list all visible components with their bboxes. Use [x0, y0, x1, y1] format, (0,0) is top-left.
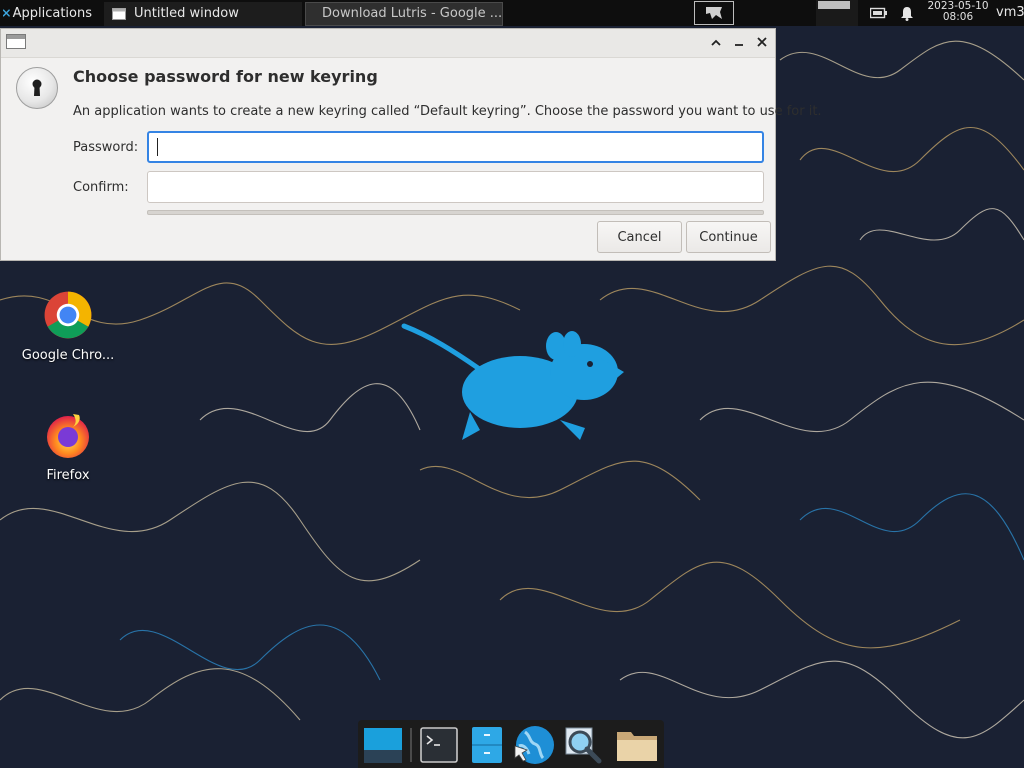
minimize-icon — [735, 44, 743, 46]
terminal-button[interactable] — [418, 724, 460, 766]
notification-bell-icon[interactable] — [900, 6, 914, 21]
applications-label: Applications — [12, 5, 92, 21]
chevron-up-icon — [711, 39, 721, 46]
maximize-button[interactable] — [707, 33, 725, 51]
battery-icon[interactable] — [870, 7, 888, 19]
show-desktop-button[interactable] — [362, 724, 404, 766]
password-strength-bar — [147, 210, 764, 215]
desktop-icon-label: Firefox — [46, 468, 90, 483]
minimize-button[interactable] — [730, 33, 748, 51]
dialog-heading: Choose password for new keyring — [73, 67, 378, 86]
dock-separator — [410, 728, 412, 762]
file-manager-button[interactable] — [466, 724, 508, 766]
close-icon — [757, 37, 767, 47]
window-switcher-button[interactable] — [694, 1, 734, 25]
text-caret — [157, 138, 158, 156]
app-finder-icon — [565, 727, 602, 764]
password-label: Password: — [73, 140, 139, 155]
folder-icon — [617, 732, 657, 761]
continue-button[interactable]: Continue — [686, 221, 771, 253]
clock-time: 08:06 — [942, 11, 974, 23]
dialog-titlebar[interactable] — [1, 29, 775, 58]
chrome-icon — [44, 291, 92, 339]
confirm-label: Confirm: — [73, 180, 129, 195]
window-switcher-icon — [706, 7, 722, 19]
close-button[interactable] — [753, 33, 771, 51]
window-icon — [6, 34, 26, 49]
user-menu[interactable]: vm3 — [996, 5, 1024, 20]
top-panel: Applications Untitled window Download Lu… — [0, 0, 1024, 26]
keyring-password-dialog: Choose password for new keyring An appli… — [0, 28, 822, 261]
workspace-1[interactable] — [818, 1, 850, 9]
password-field[interactable] — [147, 131, 764, 163]
keyring-lock-icon — [16, 67, 58, 109]
taskbar-item-label: Download Lutris - Google ... — [322, 6, 503, 21]
xfce-logo-icon — [3, 9, 10, 17]
desktop-icon-firefox[interactable]: Firefox — [20, 410, 116, 483]
system-tray — [870, 0, 914, 26]
workspace-switcher[interactable] — [816, 0, 858, 26]
applications-menu[interactable]: Applications — [0, 0, 96, 26]
desktop-icon-google-chrome[interactable]: Google Chro... — [20, 290, 116, 363]
taskbar-item-label: Untitled window — [134, 6, 239, 21]
confirm-field[interactable] — [147, 171, 764, 203]
web-browser-icon — [514, 726, 554, 764]
firefox-icon — [47, 414, 89, 458]
bottom-dock — [358, 720, 664, 768]
app-finder-button[interactable] — [562, 724, 604, 766]
terminal-icon — [420, 727, 458, 763]
window-icon — [112, 7, 126, 20]
show-desktop-icon — [364, 728, 402, 763]
taskbar-item-chrome[interactable]: Download Lutris - Google ... — [305, 1, 503, 26]
clock[interactable]: 2023-05-10 08:06 — [926, 1, 990, 23]
home-folder-button[interactable] — [616, 724, 658, 766]
cancel-button[interactable]: Cancel — [597, 221, 682, 253]
file-manager-icon — [472, 727, 502, 763]
web-browser-button[interactable] — [513, 724, 555, 766]
dialog-description: An application wants to create a new key… — [73, 104, 822, 119]
desktop-icon-label: Google Chro... — [21, 348, 115, 363]
taskbar-item-untitled-window[interactable]: Untitled window — [104, 1, 302, 26]
